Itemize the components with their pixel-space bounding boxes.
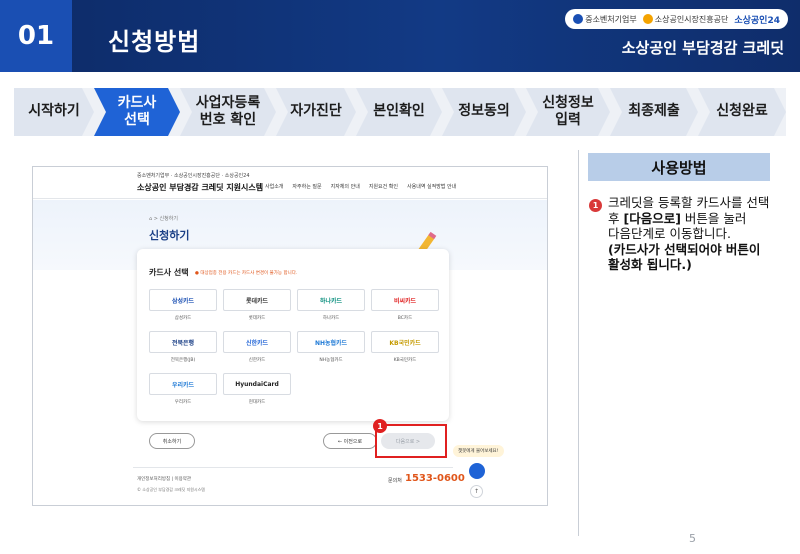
card-option-shinhan[interactable]: 신한카드 신한카드 xyxy=(223,331,291,363)
card-option-samsung[interactable]: 삼성카드 삼성카드 xyxy=(149,289,217,321)
scroll-top-button[interactable]: ↑ xyxy=(470,485,483,498)
chatbot-bubble: 챗봇에게 물어보세요! xyxy=(453,445,504,457)
step-complete: 신청완료 xyxy=(698,88,786,136)
step-start: 시작하기 xyxy=(14,88,94,136)
footer-copyright: © 소상공인 부담경감 크레딧 지원시스템 xyxy=(137,487,205,492)
card-select-note: ● 대상업종 전용 카드는 카드사 변경이 불가능 합니다. xyxy=(195,271,298,276)
usage-heading: 사용방법 xyxy=(588,153,770,181)
highlight-number-badge: 1 xyxy=(373,419,387,433)
breadcrumb: ⌂ > 신청하기 xyxy=(149,216,178,222)
footer-links[interactable]: 개인정보처리방침 | 이용약관 xyxy=(137,476,191,482)
chatbot-icon[interactable] xyxy=(469,463,485,479)
usage-instructions: 크레딧을 등록할 카드사를 선택 후 [다음으로] 버튼을 눌러 다음단계로 이… xyxy=(608,195,770,272)
nav-item[interactable]: 지원요건 확인 xyxy=(369,183,398,190)
step-flow: 시작하기 카드사 선택 사업자등록 번호 확인 자가진단 본인확인 정보동의 신… xyxy=(14,88,786,136)
contact-label: 문의처 xyxy=(388,478,402,484)
contact-number: 1533-0600 xyxy=(405,473,465,484)
website-screenshot: 중소벤처기업부 · 소상공인시장진흥공단 · 소상공인24 소상공인 부담경감 … xyxy=(32,166,548,506)
page-number: 5 xyxy=(689,532,696,545)
nav-item[interactable]: 사업소개 xyxy=(265,183,283,190)
site-nav: 사업소개 자주하는 질문 지자체의 안내 지원요건 확인 사용내역 실적방법 안… xyxy=(265,183,456,190)
previous-button[interactable]: ← 이전으로 xyxy=(323,433,377,449)
nav-item[interactable]: 자주하는 질문 xyxy=(292,183,321,190)
site-name[interactable]: 소상공인 부담경감 크레딧 지원시스템 xyxy=(137,182,263,193)
mss-logo: 중소벤처기업부 xyxy=(573,14,637,25)
card-option-lotte[interactable]: 롯데카드 롯데카드 xyxy=(223,289,291,321)
card-option-woori[interactable]: 우리카드 우리카드 xyxy=(149,373,217,405)
card-option-jeonbuk[interactable]: 전북은행 전북은행(JB) xyxy=(149,331,217,363)
cancel-button[interactable]: 취소하기 xyxy=(149,433,195,449)
nav-item[interactable]: 사용내역 실적방법 안내 xyxy=(407,183,456,190)
site-logos: 중소벤처기업부 · 소상공인시장진흥공단 · 소상공인24 xyxy=(137,173,250,179)
card-option-kb[interactable]: KB국민카드 KB국민카드 xyxy=(371,331,439,363)
usage-step-badge: 1 xyxy=(589,199,602,212)
card-select-panel: 카드사 선택 ● 대상업종 전용 카드는 카드사 변경이 불가능 합니다. 삼성… xyxy=(137,249,449,421)
step-self-diagnosis: 자가진단 xyxy=(276,88,356,136)
card-option-hana[interactable]: 하나카드 하나카드 xyxy=(297,289,365,321)
card-option-hyundai[interactable]: HyundaiCard 현대카드 xyxy=(223,373,291,405)
step-business-number: 사업자등록 번호 확인 xyxy=(180,88,276,136)
step-application-info: 신청정보 입력 xyxy=(526,88,610,136)
card-select-title: 카드사 선택 xyxy=(149,268,189,277)
step-final-submit: 최종제출 xyxy=(610,88,698,136)
partner-logos: 중소벤처기업부 소상공인시장진흥공단 소상공인24 xyxy=(565,9,788,29)
panel-divider xyxy=(578,150,579,536)
footer-divider xyxy=(133,467,453,468)
step-identity: 본인확인 xyxy=(356,88,442,136)
site-header: 중소벤처기업부 · 소상공인시장진흥공단 · 소상공인24 소상공인 부담경감 … xyxy=(33,167,547,199)
page-title: 신청하기 xyxy=(149,229,190,242)
card-option-bc[interactable]: 비씨카드 BC카드 xyxy=(371,289,439,321)
sbiz24-logo: 소상공인24 xyxy=(734,15,780,26)
step-consent: 정보동의 xyxy=(442,88,526,136)
program-name: 소상공인 부담경감 크레딧 xyxy=(621,39,784,57)
nav-item[interactable]: 지자체의 안내 xyxy=(331,183,360,190)
step-card-select: 카드사 선택 xyxy=(94,88,180,136)
section-number: 01 xyxy=(0,0,72,72)
card-option-nh[interactable]: NH농협카드 NH농협카드 xyxy=(297,331,365,363)
slide-header: 01 신청방법 중소벤처기업부 소상공인시장진흥공단 소상공인24 소상공인 부… xyxy=(0,0,800,72)
slide-title: 신청방법 xyxy=(108,28,201,56)
semas-logo: 소상공인시장진흥공단 xyxy=(642,14,728,25)
